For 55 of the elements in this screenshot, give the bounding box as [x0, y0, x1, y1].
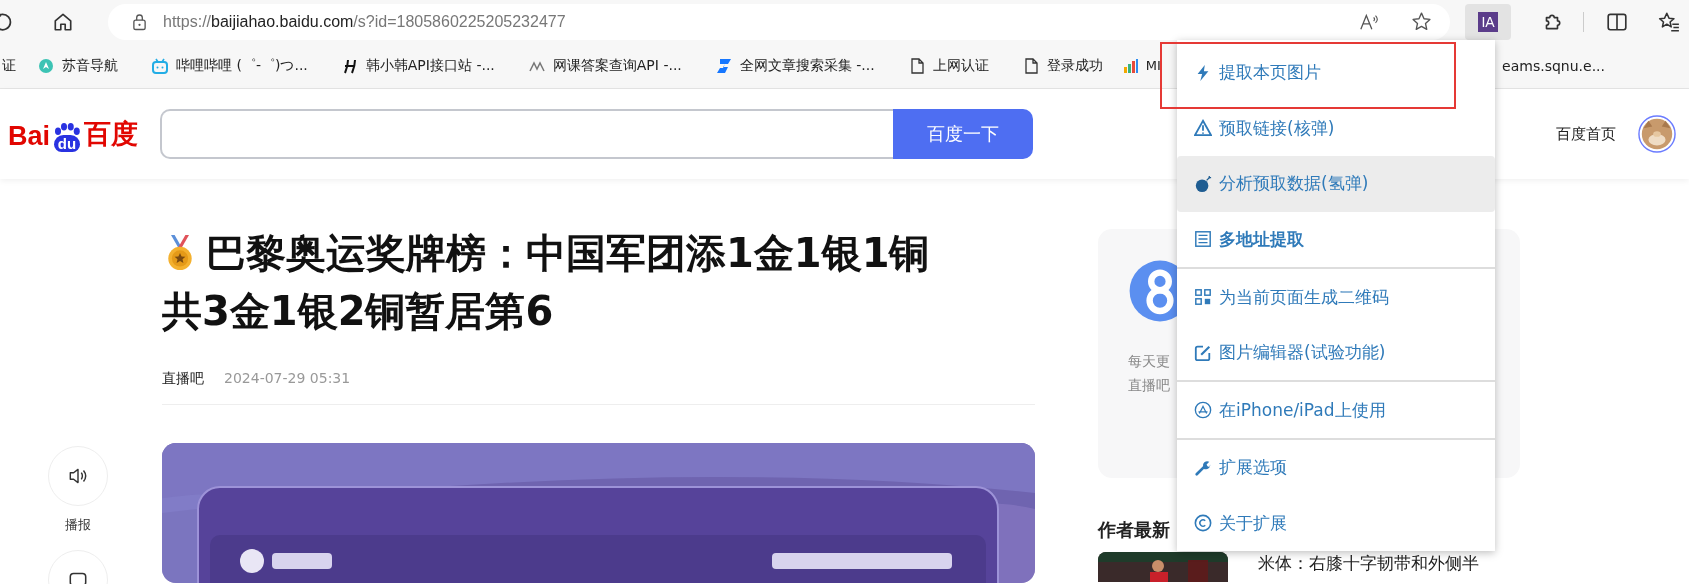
publish-date: 2024-07-29 05:31 — [224, 370, 351, 388]
menu-item[interactable]: 提取本页图片 — [1177, 45, 1495, 101]
favorites-icon[interactable] — [1658, 10, 1680, 33]
page-icon — [908, 57, 925, 74]
menu-item[interactable]: 在iPhone/iPad上使用 — [1177, 382, 1495, 438]
bookmark[interactable]: 哔哩哔哩 (゜-゜)つ... — [152, 56, 308, 75]
url-text: https://baijiahao.baidu.com/s?id=1805860225205232477 — [163, 12, 567, 31]
warning-icon — [1194, 119, 1212, 138]
bomb-icon — [1194, 174, 1212, 193]
bars-icon — [1122, 57, 1139, 74]
logo-icon — [715, 57, 732, 74]
split-screen-icon[interactable] — [1606, 10, 1628, 33]
author-name[interactable]: 直播吧 — [162, 370, 204, 388]
app-store-icon — [1194, 401, 1212, 420]
card-text: 每天更 — [1128, 352, 1170, 371]
page-icon — [1022, 57, 1039, 74]
menu-item[interactable]: 预取链接(核弹) — [1177, 100, 1495, 157]
bookmark[interactable]: 韩小韩API接口站 -... — [341, 56, 495, 75]
menu-item[interactable]: 图片编辑器(试验功能) — [1177, 324, 1495, 381]
address-bar[interactable]: https://baijiahao.baidu.com/s?id=1805860225205232477 — [108, 3, 1450, 40]
article-title: 共3金1银2铜暂居第6 — [162, 287, 554, 336]
menu-item[interactable]: 多地址提取 — [1177, 211, 1495, 268]
listen-label: 播报 — [65, 516, 91, 534]
wrench-icon — [1194, 458, 1212, 477]
star-icon[interactable] — [1411, 11, 1432, 32]
menu-item[interactable]: 分析预取数据(氢弹) — [1177, 156, 1495, 212]
menu-item[interactable]: 关于扩展 — [1177, 495, 1495, 551]
article-title: 巴黎奥运奖牌榜：中国军团添1金1银1铜 — [206, 229, 930, 278]
card-text: 直播吧 — [1128, 376, 1170, 395]
bookmark[interactable]: 苏音导航 — [38, 56, 118, 75]
search-button[interactable]: 百度一下 — [893, 109, 1034, 159]
lock-icon — [132, 12, 147, 31]
baidu-logo[interactable]: Bai du 百度 — [8, 116, 139, 152]
bookmark[interactable]: 网课答案查询API -... — [528, 56, 682, 75]
qr-code-icon — [1194, 288, 1212, 306]
bookmark[interactable]: 上网认证 — [908, 56, 989, 75]
tv-icon — [152, 57, 168, 74]
copyright-icon — [1194, 514, 1212, 533]
menu-item[interactable]: 为当前页面生成二维码 — [1177, 269, 1495, 325]
list-icon — [1194, 230, 1212, 249]
logo-icon — [341, 57, 358, 74]
bookmark[interactable]: MI — [1122, 57, 1161, 74]
menu-item[interactable]: 扩展选项 — [1177, 439, 1495, 496]
bookmark[interactable]: eams.sqnu.e... — [1502, 57, 1605, 74]
search-field[interactable] — [160, 109, 894, 159]
news-link[interactable]: 米体：右膝十字韧带和外侧半 — [1258, 552, 1479, 574]
bookmark[interactable]: 登录成功 — [1022, 56, 1103, 75]
bookmark[interactable]: 全网文章搜索采集 -... — [715, 56, 875, 75]
compass-icon — [38, 57, 54, 74]
bookmark[interactable]: 证 — [2, 56, 16, 75]
edit-icon — [1194, 343, 1212, 362]
section-heading: 作者最新 — [1098, 518, 1170, 542]
home-link[interactable]: 百度首页 — [1556, 124, 1616, 144]
extension-button[interactable]: IA — [1465, 3, 1511, 40]
read-aloud-icon[interactable] — [1359, 11, 1381, 32]
